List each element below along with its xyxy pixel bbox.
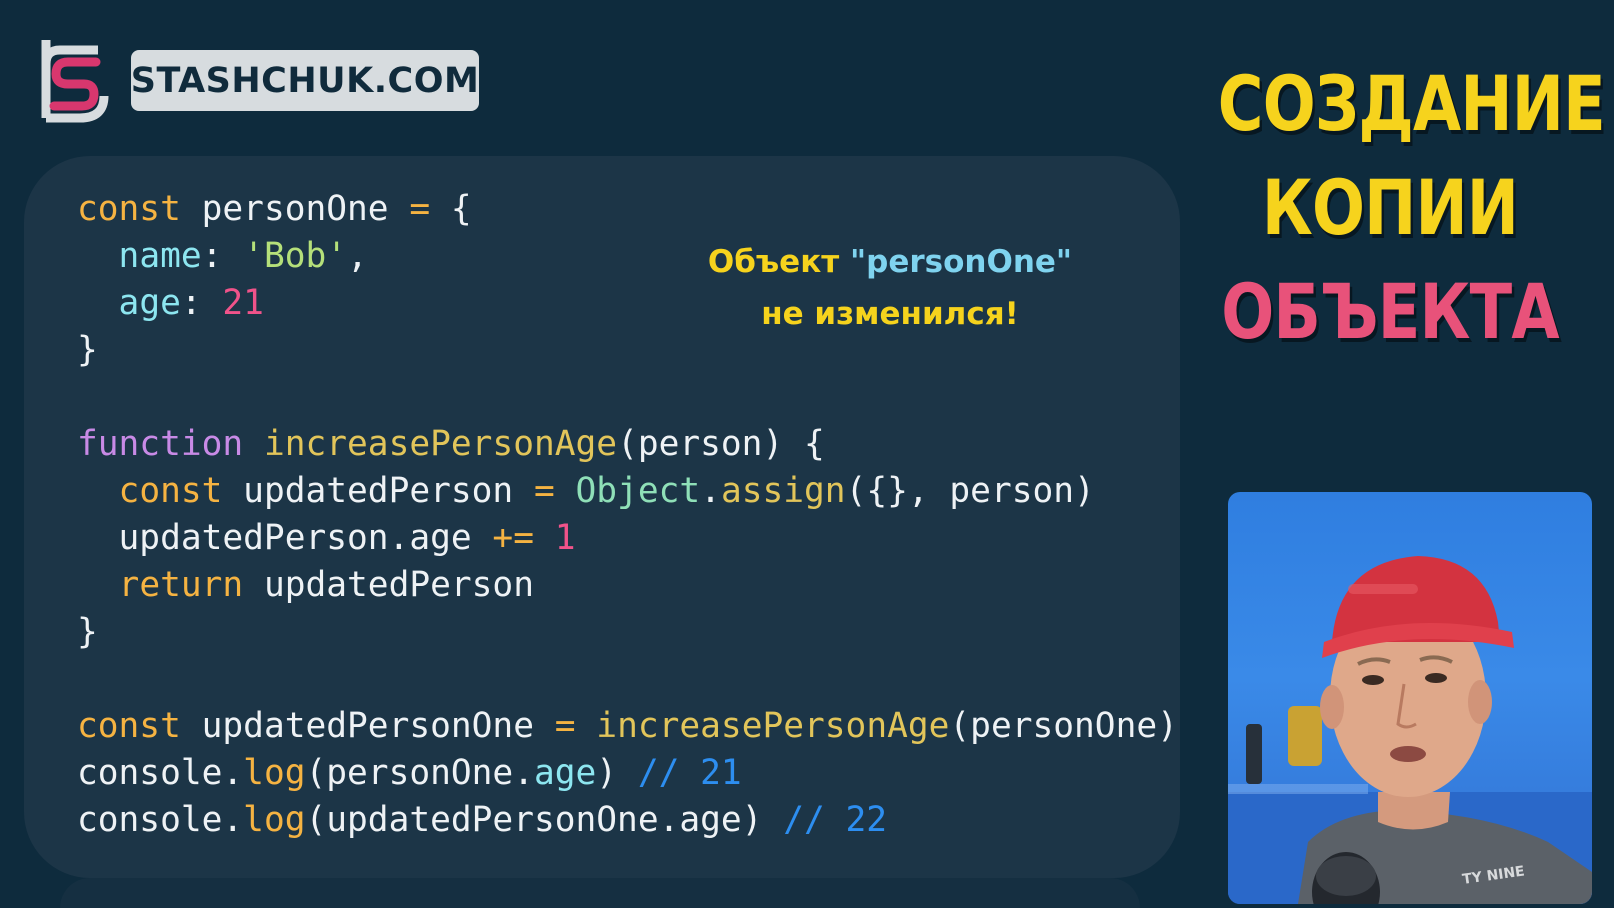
code-token: console. bbox=[77, 753, 244, 793]
logo-text: STASHCHUK.COM bbox=[130, 60, 480, 101]
code-token: (person) { bbox=[617, 424, 825, 464]
code-token: age bbox=[533, 753, 597, 793]
code-token: += bbox=[492, 518, 534, 558]
annotation-note: Объект "personOne" не изменился! bbox=[690, 236, 1090, 340]
code-token: } bbox=[77, 612, 98, 652]
code-token: , bbox=[347, 236, 368, 276]
next-panel-peek bbox=[60, 878, 1140, 908]
code-line: console.log(updatedPersonOne.age) // 22 bbox=[77, 797, 1178, 844]
code-token: increasePersonAge bbox=[263, 424, 618, 464]
annotation-line-1: Объект "personOne" bbox=[690, 236, 1090, 288]
code-token: = bbox=[533, 471, 555, 511]
code-token: increasePersonAge bbox=[596, 706, 950, 746]
code-line: function increasePersonAge(person) { bbox=[77, 421, 1178, 468]
video-title: СОЗДАНИЕ КОПИИ ОБЪЕКТА bbox=[1217, 52, 1606, 364]
code-token: updatedPerson bbox=[243, 565, 534, 605]
code-token: : bbox=[180, 283, 223, 323]
code-token: } bbox=[77, 330, 98, 370]
annotation-line-2: не изменился! bbox=[761, 296, 1019, 332]
code-token: : bbox=[201, 236, 244, 276]
video-frame: STASHCHUK.COM const personOne = { name: … bbox=[0, 0, 1614, 908]
code-token: const bbox=[77, 189, 181, 229]
code-token: (updatedPersonOne.age) bbox=[305, 800, 784, 840]
code-token: ({}, person) bbox=[845, 471, 1095, 511]
code-token: = bbox=[554, 706, 576, 746]
code-token: ) bbox=[596, 753, 638, 793]
code-token: return bbox=[118, 565, 244, 605]
code-token: 'Bob' bbox=[243, 236, 348, 276]
annotation-prefix: Объект bbox=[707, 244, 851, 280]
code-token: { bbox=[430, 189, 472, 229]
stashchuk-logo-icon bbox=[41, 40, 109, 123]
code-token: (personOne. bbox=[305, 753, 534, 793]
code-line: updatedPerson.age += 1 bbox=[77, 515, 1178, 562]
code-token: function bbox=[77, 424, 244, 464]
code-token: // 22 bbox=[783, 800, 888, 840]
code-token: log bbox=[243, 753, 306, 793]
code-token: updatedPerson bbox=[222, 471, 534, 511]
code-token: (personOne) bbox=[949, 706, 1178, 746]
code-token: . bbox=[700, 471, 721, 511]
code-token: personOne bbox=[180, 189, 410, 229]
code-token: name bbox=[118, 236, 202, 276]
title-line-2: КОПИИ bbox=[1261, 163, 1519, 252]
code-token: updatedPersonOne bbox=[180, 706, 555, 746]
title-line-3: ОБЪЕКТА bbox=[1221, 267, 1559, 356]
code-token: console. bbox=[77, 800, 244, 840]
title-line-1: СОЗДАНИЕ bbox=[1217, 59, 1606, 148]
code-token: Object bbox=[575, 471, 701, 511]
presenter-webcam: TY NINE bbox=[1228, 492, 1592, 904]
code-line: const updatedPersonOne = increasePersonA… bbox=[77, 703, 1178, 750]
code-token: const bbox=[118, 471, 223, 511]
presenter-video-icon: TY NINE bbox=[1228, 556, 1592, 904]
code-token: log bbox=[243, 800, 306, 840]
code-token: = bbox=[409, 189, 431, 229]
code-token: // 21 bbox=[637, 753, 742, 793]
code-token: const bbox=[77, 706, 181, 746]
code-line: } bbox=[77, 609, 1178, 656]
code-token: updatedPerson.age bbox=[77, 518, 493, 558]
code-token: assign bbox=[720, 471, 846, 511]
code-line: return updatedPerson bbox=[77, 562, 1178, 609]
code-token: 1 bbox=[554, 518, 576, 558]
logo-badge: STASHCHUK.COM bbox=[131, 50, 479, 111]
annotation-quoted: "personOne" bbox=[850, 244, 1073, 280]
code-line: const updatedPerson = Object.assign({}, … bbox=[77, 468, 1178, 515]
code-token: age bbox=[118, 283, 181, 323]
code-token: 21 bbox=[222, 283, 264, 323]
code-line: const personOne = { bbox=[77, 186, 1178, 233]
code-line: console.log(personOne.age) // 21 bbox=[77, 750, 1178, 797]
